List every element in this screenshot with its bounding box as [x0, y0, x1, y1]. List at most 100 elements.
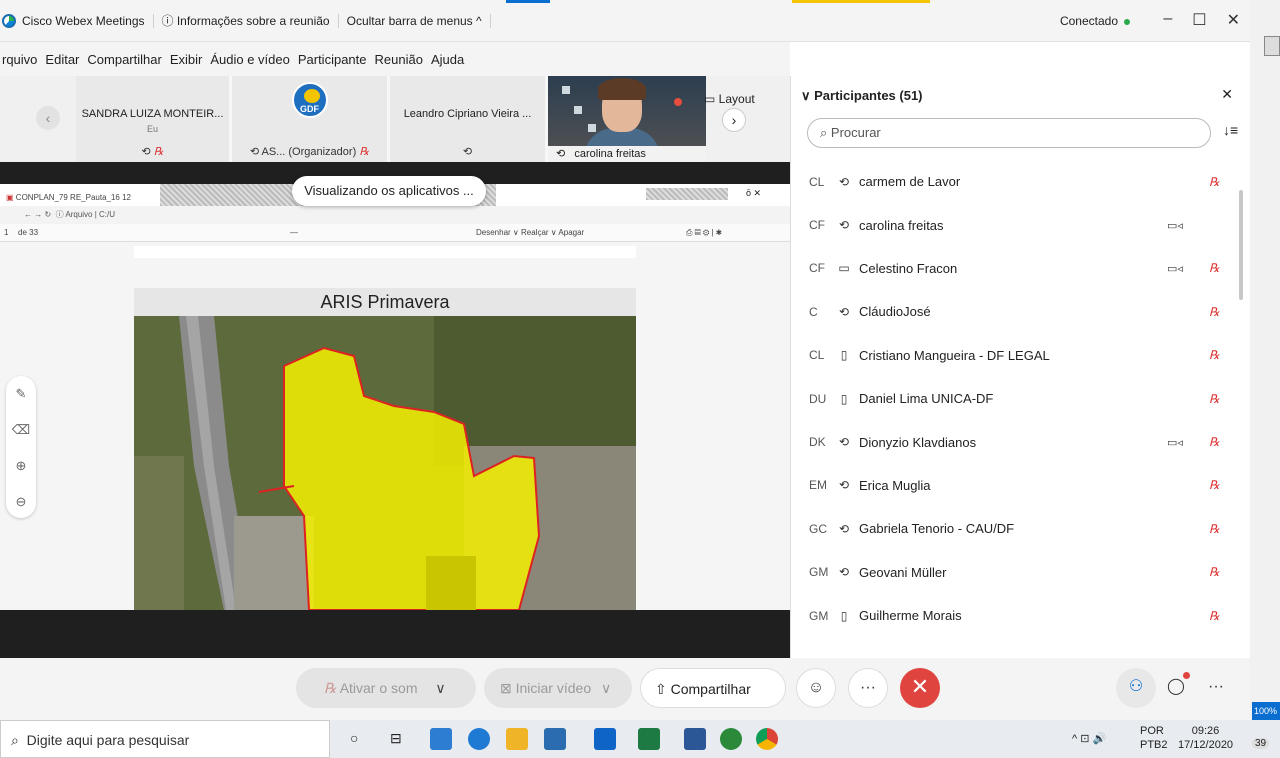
participant-row[interactable]: CF ⟲ carolina freitas ▭◃: [791, 203, 1247, 246]
next-tiles-button[interactable]: ›: [722, 108, 746, 132]
participant-row[interactable]: EM ⟲ Erica Muglia ℞: [791, 464, 1247, 507]
tile-carolina-video[interactable]: ⟲ carolina freitas: [548, 76, 706, 162]
start-video-label: Iniciar vídeo: [515, 680, 592, 696]
participant-name: Cristiano Mangueira - DF LEGAL: [859, 347, 1050, 363]
menu-audio-video[interactable]: Áudio e vídeo: [210, 52, 290, 67]
taskbar-search[interactable]: ⌕ Digite aqui para pesquisar: [0, 720, 330, 758]
viewing-apps-pill[interactable]: Visualizando os aplicativos ...: [292, 176, 486, 206]
panel-title[interactable]: ∨ Participantes (51): [801, 88, 923, 104]
tile-sandra[interactable]: SANDRA LUIZA MONTEIR... Eu ⟲ ℞: [76, 76, 232, 162]
system-tray-icons[interactable]: ^ ⊡ 🔊: [1072, 732, 1106, 745]
address-bar[interactable]: ← → ↻ ⓘ Arquivo | C:/U: [0, 206, 790, 224]
page-number: 1: [4, 228, 9, 237]
chrome-icon[interactable]: [756, 728, 778, 750]
outlook-icon[interactable]: [594, 728, 616, 750]
muted-mic-icon[interactable]: ℞: [1209, 261, 1220, 275]
task-view-icon[interactable]: ⊟: [390, 730, 402, 747]
more-options-button[interactable]: ···: [848, 668, 888, 708]
menu-compartilhar[interactable]: Compartilhar: [87, 52, 161, 67]
participant-row[interactable]: CF ▭ Celestino Fracon ▭◃ ℞: [791, 247, 1247, 290]
close-panel-button[interactable]: ✕: [1221, 86, 1233, 103]
muted-mic-icon[interactable]: ℞: [1209, 609, 1220, 623]
phone-connection-icon: ▯: [840, 348, 848, 363]
muted-mic-icon[interactable]: ℞: [1209, 175, 1220, 189]
tile-foot: ⟲ ℞: [141, 146, 164, 158]
muted-mic-icon[interactable]: ℞: [1209, 522, 1220, 536]
tile-name: Leandro Cipriano Vieira ...: [403, 108, 532, 120]
menu-editar[interactable]: Editar: [45, 52, 79, 67]
muted-mic-icon[interactable]: ℞: [1209, 435, 1220, 449]
participant-row[interactable]: DK ⟲ Dionyzio Klavdianos ▭◃ ℞: [791, 420, 1247, 463]
video-decor: [574, 106, 582, 114]
file-explorer-icon[interactable]: [506, 728, 528, 750]
webex-taskbar-icon[interactable]: [720, 728, 742, 750]
edge-browser-icon[interactable]: [468, 728, 490, 750]
word-icon[interactable]: [684, 728, 706, 750]
participants-toggle-button[interactable]: ⚇: [1116, 668, 1156, 708]
clock[interactable]: 09:26 17/12/2020: [1178, 724, 1233, 752]
share-button[interactable]: ⇧ Compartilhar: [640, 668, 786, 708]
meeting-info-label: Informações sobre a reunião: [176, 13, 330, 28]
muted-mic-icon[interactable]: ℞: [1209, 565, 1220, 579]
computer-connection-icon: ▭: [838, 261, 850, 276]
eraser-icon[interactable]: ⌫: [6, 412, 36, 448]
participant-row[interactable]: GC ⟲ Gabriela Tenorio - CAU/DF ℞: [791, 507, 1247, 550]
minimize-button[interactable]: –: [1163, 10, 1172, 30]
menu-reuniao[interactable]: Reunião: [375, 52, 423, 67]
previous-tiles-button[interactable]: ‹: [36, 106, 60, 130]
participant-search-input[interactable]: ⌕ Procurar: [807, 118, 1211, 148]
leave-meeting-button[interactable]: ✕: [900, 668, 940, 708]
menu-ajuda[interactable]: Ajuda: [431, 52, 464, 67]
zoom-in-icon[interactable]: ⊕: [6, 448, 36, 484]
layout-button[interactable]: ▭ Layout: [704, 92, 755, 106]
cortana-icon[interactable]: ○: [350, 730, 358, 746]
muted-mic-icon[interactable]: ℞: [1209, 305, 1220, 319]
participant-row[interactable]: C ⟲ CláudioJosé ℞: [791, 290, 1247, 333]
tile-name: carolina freitas: [574, 148, 646, 160]
start-video-button[interactable]: ⊠ Iniciar vídeo ∨: [484, 668, 632, 708]
reactions-button[interactable]: ☺: [796, 668, 836, 708]
participant-row[interactable]: DU ▯ Daniel Lima UNICA-DF ℞: [791, 377, 1247, 420]
chat-toggle-button[interactable]: ◯: [1156, 668, 1196, 708]
tile-foot: ⟲ AS... (Organizador) ℞: [249, 146, 370, 158]
muted-mic-icon[interactable]: ℞: [1209, 478, 1220, 492]
muted-mic-icon[interactable]: ℞: [1209, 348, 1220, 362]
participant-list-scrollbar[interactable]: [1239, 190, 1243, 300]
participant-row[interactable]: CL ⟲ carmem de Lavor ℞: [791, 160, 1247, 203]
tile-organizer[interactable]: GDF ⟲ AS... (Organizador) ℞: [232, 76, 390, 162]
lang-bottom: PTB2: [1140, 739, 1168, 751]
meeting-info-link[interactable]: ⓘ Informações sobre a reunião: [154, 13, 339, 28]
store-icon[interactable]: [544, 728, 566, 750]
sort-icon[interactable]: ↓≡: [1223, 122, 1238, 138]
pen-icon[interactable]: ✎: [6, 376, 36, 412]
hide-menu-bar-link[interactable]: Ocultar barra de menus ^: [339, 13, 491, 28]
menu-arquivo[interactable]: rquivo: [2, 52, 37, 67]
mail-icon[interactable]: [430, 728, 452, 750]
menu-participante[interactable]: Participante: [298, 52, 367, 67]
tile-foot: ⟲ carolina freitas: [548, 146, 706, 162]
excel-icon[interactable]: [638, 728, 660, 750]
annotation-toolbar: ✎ ⌫ ⊕ ⊖: [6, 376, 36, 518]
more-panels-button[interactable]: ···: [1196, 668, 1236, 708]
zoom-out-icon[interactable]: ⊖: [6, 484, 36, 520]
muted-mic-icon[interactable]: ℞: [1209, 392, 1220, 406]
participant-name: Erica Muglia: [859, 477, 931, 493]
menu-exibir[interactable]: Exibir: [170, 52, 203, 67]
maximize-button[interactable]: ☐: [1192, 10, 1206, 30]
unmute-button[interactable]: ℞ Ativar o som ∨: [296, 668, 476, 708]
chat-notification-dot: [1183, 672, 1190, 679]
notifications-badge[interactable]: 39: [1252, 738, 1270, 749]
participant-row[interactable]: GM ▯ Guilherme Morais ℞: [791, 594, 1247, 637]
tile-leandro[interactable]: Leandro Cipriano Vieira ... ⟲: [390, 76, 548, 162]
participant-row[interactable]: GM ⟲ Geovani Müller ℞: [791, 551, 1247, 594]
close-window-button[interactable]: ✕: [1227, 10, 1240, 30]
participant-row[interactable]: CL ▯ Cristiano Mangueira - DF LEGAL ℞: [791, 334, 1247, 377]
participants-panel: ∨ Participantes (51) ✕ ⌕ Procurar ↓≡ CL ⟲…: [790, 76, 1246, 658]
layout-label: Layout: [718, 92, 755, 106]
participant-initials: DU: [809, 391, 827, 406]
audio-connection-icon: ⟲: [838, 521, 850, 536]
window-titlebar: Cisco Webex Meetings ⓘ Informações sobre…: [0, 0, 1250, 42]
pdf-tools: Desenhar ∨ Realçar ∨ Apagar: [476, 228, 585, 237]
browser-tab[interactable]: ▣ CONPLAN_79 RE_Pauta_16 12 2... ✕: [0, 190, 138, 218]
language-indicator[interactable]: POR PTB2: [1140, 724, 1168, 752]
